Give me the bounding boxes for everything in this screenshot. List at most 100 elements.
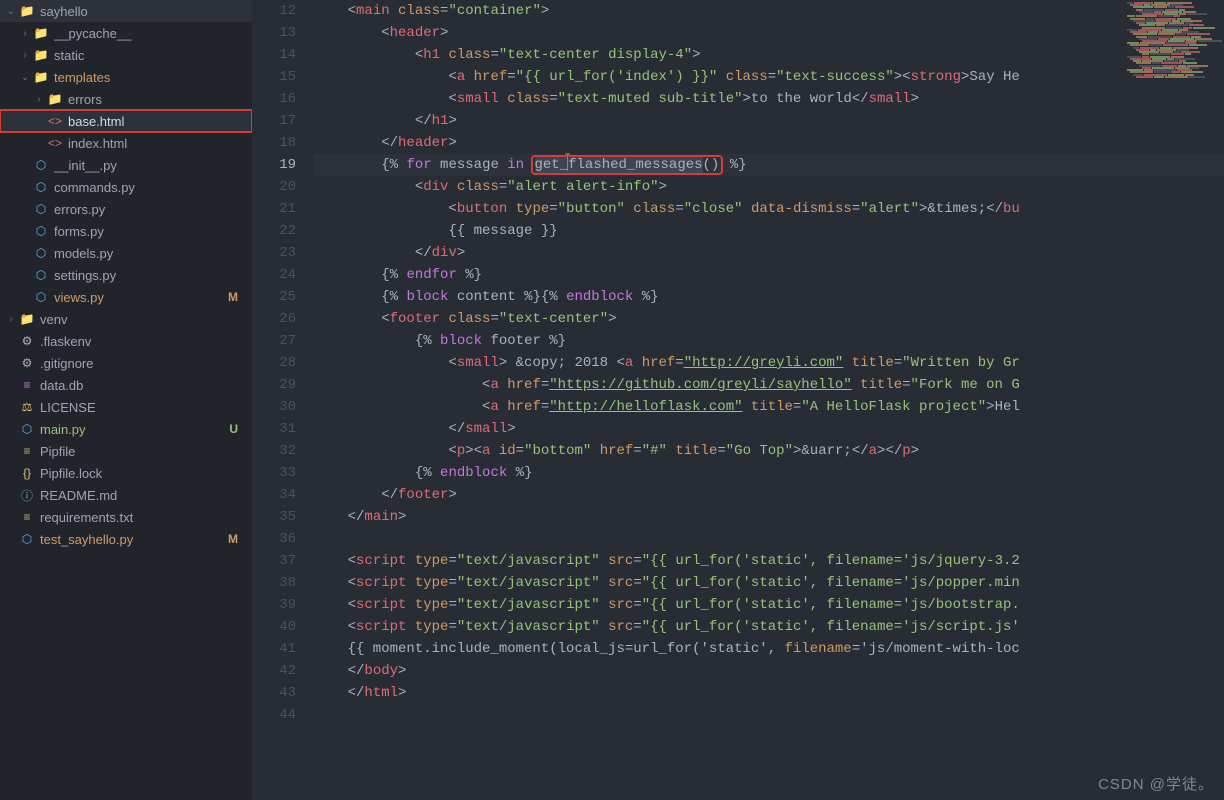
code-line[interactable]: </main>	[314, 506, 1224, 528]
file-LICENSE[interactable]: ⚖ LICENSE	[0, 396, 252, 418]
file-test_sayhello.py[interactable]: ⬡test_sayhello.pyM	[0, 528, 252, 550]
folder-templates[interactable]: ⌄📁templates	[0, 66, 252, 88]
file-models.py[interactable]: ⬡ models.py	[0, 242, 252, 264]
code-line[interactable]: </html>	[314, 682, 1224, 704]
code-line[interactable]: <p><a id="bottom" href="#" title="Go Top…	[314, 440, 1224, 462]
code-line[interactable]: <script type="text/javascript" src="{{ u…	[314, 572, 1224, 594]
code-content[interactable]: <main class="container"> <header> <h1 cl…	[314, 0, 1224, 800]
file-__init__.py[interactable]: ⬡__init__.py	[0, 154, 252, 176]
line-number: 21	[252, 198, 296, 220]
file-icon: ⬡	[34, 246, 48, 260]
file-name-label: main.py	[40, 422, 252, 437]
line-number: 34	[252, 484, 296, 506]
code-line[interactable]: <button type="button" class="close" data…	[314, 198, 1224, 220]
file-name-label: __pycache__	[54, 26, 252, 41]
file-requirements.txt[interactable]: ≡requirements.txt	[0, 506, 252, 528]
file-name-label: test_sayhello.py	[40, 532, 252, 547]
code-line[interactable]: {% block footer %}	[314, 330, 1224, 352]
file-name-label: sayhello	[40, 4, 252, 19]
file-.gitignore[interactable]: ⚙.gitignore	[0, 352, 252, 374]
code-line[interactable]: {% endfor %}	[314, 264, 1224, 286]
folder-icon: 📁	[34, 26, 48, 40]
file-errors.py[interactable]: ⬡errors.py	[0, 198, 252, 220]
file-name-label: data.db	[40, 378, 252, 393]
code-line[interactable]: <main class="container">	[314, 0, 1224, 22]
folder-sayhello[interactable]: ⌄📁sayhello	[0, 0, 252, 22]
line-number: 31	[252, 418, 296, 440]
file-name-label: README.md	[40, 488, 252, 503]
code-line[interactable]: <header>	[314, 22, 1224, 44]
file-commands.py[interactable]: ⬡commands.py	[0, 176, 252, 198]
code-line[interactable]: </small>	[314, 418, 1224, 440]
code-line[interactable]: <footer class="text-center">	[314, 308, 1224, 330]
chevron-down-icon: ⌄	[6, 6, 16, 17]
minimap[interactable]	[1122, 2, 1222, 78]
line-number: 42	[252, 660, 296, 682]
line-number: 37	[252, 550, 296, 572]
line-number: 39	[252, 594, 296, 616]
folder-static[interactable]: ›📁static	[0, 44, 252, 66]
file-views.py[interactable]: ⬡views.pyM	[0, 286, 252, 308]
folder-__pycache__[interactable]: ›📁__pycache__	[0, 22, 252, 44]
file-icon: ⚙	[20, 334, 34, 348]
file-name-label: LICENSE	[40, 400, 252, 415]
file-main.py[interactable]: ⬡main.pyU	[0, 418, 252, 440]
file-.flaskenv[interactable]: ⚙ .flaskenv	[0, 330, 252, 352]
code-line[interactable]: </div>	[314, 242, 1224, 264]
line-number: 41	[252, 638, 296, 660]
line-number: 28	[252, 352, 296, 374]
code-line[interactable]: <script type="text/javascript" src="{{ u…	[314, 616, 1224, 638]
code-line[interactable]	[314, 704, 1224, 726]
code-line[interactable]: <script type="text/javascript" src="{{ u…	[314, 550, 1224, 572]
file-README.md[interactable]: ⓘREADME.md	[0, 484, 252, 506]
code-line[interactable]: <a href="{{ url_for('index') }}" class="…	[314, 66, 1224, 88]
code-line[interactable]: {% for message in get_flashed_messages()…	[314, 154, 1224, 176]
file-name-label: index.html	[68, 136, 252, 151]
code-line[interactable]: <script type="text/javascript" src="{{ u…	[314, 594, 1224, 616]
file-data.db[interactable]: ≡data.db	[0, 374, 252, 396]
line-number: 27	[252, 330, 296, 352]
file-Pipfile[interactable]: ≡Pipfile	[0, 440, 252, 462]
code-line[interactable]: <small class="text-muted sub-title">to t…	[314, 88, 1224, 110]
file-settings.py[interactable]: ⬡settings.py	[0, 264, 252, 286]
file-icon: ≡	[20, 510, 34, 524]
code-line[interactable]: <small> &copy; 2018 <a href="http://grey…	[314, 352, 1224, 374]
folder-errors[interactable]: › 📁 errors	[0, 88, 252, 110]
file-name-label: settings.py	[54, 268, 252, 283]
chevron-down-icon: ⌄	[20, 72, 30, 83]
code-line[interactable]: </h1>	[314, 110, 1224, 132]
code-line[interactable]: <a href="http://helloflask.com" title="A…	[314, 396, 1224, 418]
file-explorer[interactable]: ⌄📁sayhello›📁__pycache__›📁static⌄📁templat…	[0, 0, 252, 800]
code-line[interactable]: {% block content %}{% endblock %}	[314, 286, 1224, 308]
line-number: 17	[252, 110, 296, 132]
code-line[interactable]: {{ message }}	[314, 220, 1224, 242]
folder-icon: 📁	[48, 92, 62, 106]
code-line[interactable]: <div class="alert alert-info">	[314, 176, 1224, 198]
chevron-right-icon: ›	[20, 50, 30, 61]
file-icon: ⚖	[20, 400, 34, 414]
file-base.html[interactable]: <>base.html	[0, 110, 252, 132]
file-Pipfile.lock[interactable]: {}Pipfile.lock	[0, 462, 252, 484]
code-line[interactable]: </header>	[314, 132, 1224, 154]
code-line[interactable]: {{ moment.include_moment(local_js=url_fo…	[314, 638, 1224, 660]
file-icon: ⬡	[34, 202, 48, 216]
file-name-label: errors	[68, 92, 252, 107]
file-name-label: Pipfile.lock	[40, 466, 252, 481]
folder-venv[interactable]: ›📁venv	[0, 308, 252, 330]
code-line[interactable]: </footer>	[314, 484, 1224, 506]
code-line[interactable]: </body>	[314, 660, 1224, 682]
file-forms.py[interactable]: ⬡forms.py	[0, 220, 252, 242]
line-number: 32	[252, 440, 296, 462]
file-name-label: .flaskenv	[40, 334, 252, 349]
file-name-label: models.py	[54, 246, 252, 261]
line-number: 26	[252, 308, 296, 330]
code-line[interactable]	[314, 528, 1224, 550]
code-line[interactable]: <h1 class="text-center display-4">	[314, 44, 1224, 66]
editor[interactable]: 1213141516171819202122232425262728293031…	[252, 0, 1224, 800]
code-line[interactable]: {% endblock %}	[314, 462, 1224, 484]
file-index.html[interactable]: <>index.html	[0, 132, 252, 154]
file-name-label: views.py	[54, 290, 252, 305]
chevron-right-icon: ›	[34, 94, 44, 105]
highlight-box: get_flashed_messages()	[533, 157, 722, 173]
code-line[interactable]: <a href="https://github.com/greyli/sayhe…	[314, 374, 1224, 396]
